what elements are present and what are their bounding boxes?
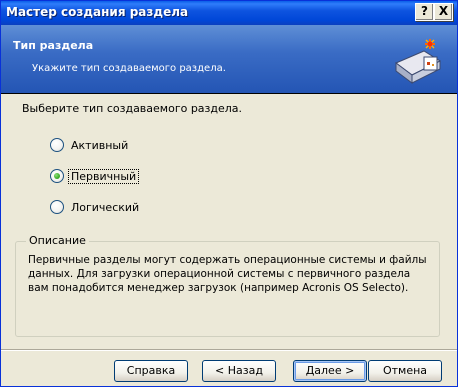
radio-button-icon[interactable]: [50, 138, 64, 152]
title-bar[interactable]: Мастер создания раздела ? X: [1, 1, 457, 25]
help-button[interactable]: Справка: [114, 360, 188, 382]
description-legend: Описание: [26, 234, 89, 247]
radio-primary[interactable]: Первичный: [50, 167, 140, 185]
wizard-header: Тип раздела Укажите тип создаваемого раз…: [1, 25, 457, 94]
description-text: Первичные разделы могут содержать операц…: [28, 254, 427, 294]
radio-active[interactable]: Активный: [50, 136, 130, 154]
cancel-button[interactable]: Отмена: [368, 360, 442, 382]
back-button[interactable]: < Назад: [202, 360, 276, 382]
help-title-button[interactable]: ?: [415, 3, 434, 21]
header-subtitle: Укажите тип создаваемого раздела.: [32, 63, 226, 74]
radio-logical[interactable]: Логический: [50, 198, 141, 216]
wizard-window: Мастер создания раздела ? X Тип раздела …: [0, 0, 458, 387]
close-title-button[interactable]: X: [434, 3, 453, 21]
disk-wizard-icon: [395, 39, 442, 84]
radio-button-checked-icon[interactable]: [50, 169, 64, 183]
header-title: Тип раздела: [13, 39, 94, 52]
radio-button-icon[interactable]: [50, 200, 64, 214]
radio-primary-label[interactable]: Первичный: [67, 168, 140, 184]
radio-logical-label[interactable]: Логический: [69, 201, 141, 214]
next-button[interactable]: Далее >: [293, 360, 367, 382]
radio-active-label[interactable]: Активный: [69, 139, 130, 152]
choose-type-prompt: Выберите тип создаваемого раздела.: [22, 102, 243, 115]
window-title: Мастер создания раздела: [6, 5, 189, 19]
button-separator: [1, 349, 457, 351]
